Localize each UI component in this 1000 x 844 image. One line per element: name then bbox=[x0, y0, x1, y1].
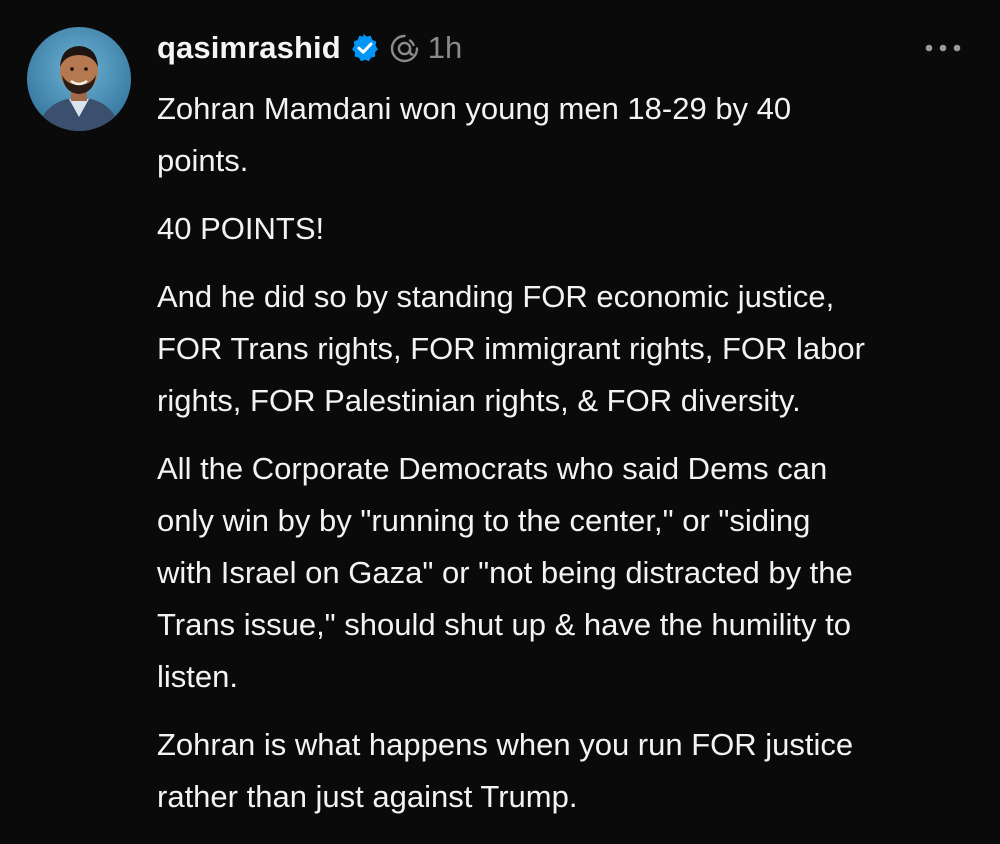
post-text-line: listen. bbox=[157, 659, 238, 694]
post-text-line: with Israel on Gaza" or "not being distr… bbox=[157, 555, 853, 590]
avatar[interactable] bbox=[27, 27, 131, 131]
post-text-line: Zohran Mamdani won young men 18-29 by 40 bbox=[157, 91, 792, 126]
post-body: Zohran Mamdani won young men 18-29 by 40… bbox=[157, 83, 977, 823]
more-options-icon[interactable] bbox=[922, 38, 964, 58]
post-paragraph: And he did so by standing FOR economic j… bbox=[157, 271, 977, 427]
post-text-line: 40 POINTS! bbox=[157, 211, 325, 246]
post-text-line: Trans issue," should shut up & have the … bbox=[157, 607, 851, 642]
post-paragraph: 40 POINTS! bbox=[157, 203, 977, 255]
post-header: qasimrashid 1h bbox=[157, 26, 462, 70]
post-paragraph: Zohran is what happens when you run FOR … bbox=[157, 719, 977, 823]
threads-logo-icon bbox=[389, 33, 420, 64]
post-text-line: FOR Trans rights, FOR immigrant rights, … bbox=[157, 331, 865, 366]
post-text-line: Zohran is what happens when you run FOR … bbox=[157, 727, 854, 762]
post-paragraph: Zohran Mamdani won young men 18-29 by 40… bbox=[157, 83, 977, 187]
post-timestamp: 1h bbox=[427, 30, 463, 65]
post-text-line: And he did so by standing FOR economic j… bbox=[157, 279, 835, 314]
post-text-line: only win by by "running to the center," … bbox=[157, 503, 811, 538]
post-text-line: rights, FOR Palestinian rights, & FOR di… bbox=[157, 383, 801, 418]
username-link[interactable]: qasimrashid bbox=[157, 30, 341, 66]
verified-badge-icon bbox=[350, 33, 380, 63]
post-text-line: rather than just against Trump. bbox=[157, 779, 578, 814]
threads-post: qasimrashid 1h Zohran Mamdani won young … bbox=[0, 0, 1000, 844]
post-text-line: points. bbox=[157, 143, 249, 178]
post-text-line: All the Corporate Democrats who said Dem… bbox=[157, 451, 828, 486]
post-paragraph: All the Corporate Democrats who said Dem… bbox=[157, 443, 977, 703]
